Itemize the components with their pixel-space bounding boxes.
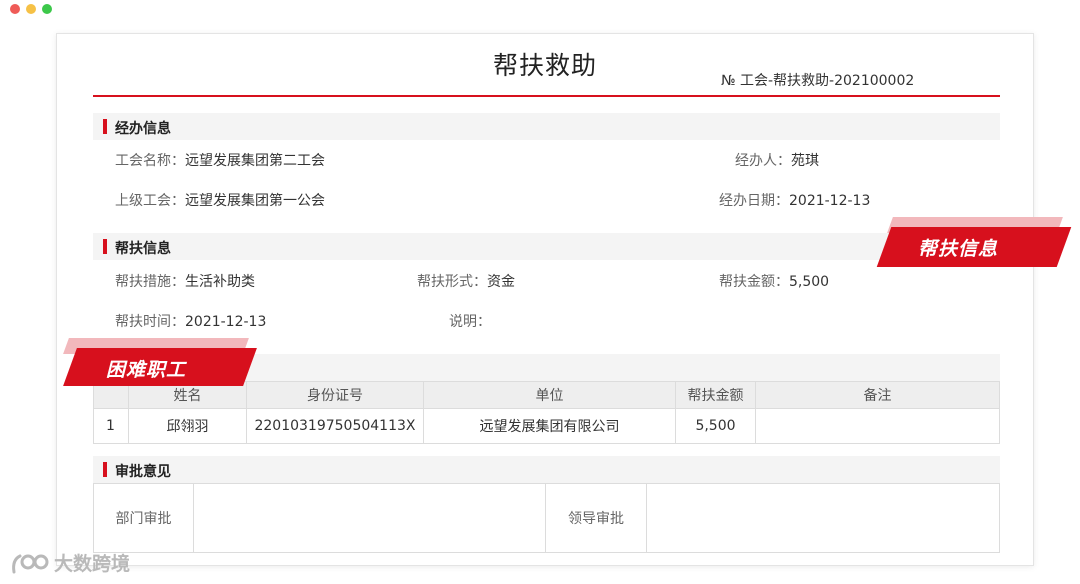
field-label: 说明： (449, 314, 491, 330)
field-value: 远望发展集团第一公会 (185, 193, 325, 209)
section-marker (103, 119, 107, 134)
field-label: 帮扶金额： (719, 274, 789, 290)
measure-field: 帮扶措施：生活补助类 (115, 271, 255, 291)
leader-approval-input[interactable] (646, 483, 1000, 553)
field-value: 苑琪 (791, 153, 819, 169)
field-value: 远望发展集团第二工会 (185, 153, 325, 169)
union-name-field: 工会名称：远望发展集团第二工会 (115, 150, 325, 170)
section-marker (103, 239, 107, 254)
amount-field: 帮扶金额：5,500 (719, 271, 829, 291)
field-value: 5,500 (789, 274, 830, 290)
note-field: 说明： (449, 311, 491, 331)
section-header-assistance: 帮扶信息 (93, 233, 1000, 260)
watermark-text: 大数跨境 (54, 553, 131, 575)
assistance-form-sheet: 帮扶救助 № 工会-帮扶救助-202100002 经办信息 工会名称：远望发展集… (56, 33, 1034, 566)
field-label: 帮扶时间： (115, 314, 185, 330)
handling-date-field: 经办日期：2021-12-13 (719, 190, 870, 210)
section-marker (103, 462, 107, 477)
ribbon-assistance-info: 帮扶信息 (876, 217, 1072, 267)
cell-id-number: 22010319750504113X (246, 408, 424, 444)
cell-amount: 5,500 (675, 408, 756, 444)
field-value: 资金 (487, 274, 515, 290)
field-label: 工会名称： (115, 153, 185, 169)
watermark-logo-icon (12, 554, 49, 573)
form-field: 帮扶形式：资金 (417, 271, 515, 291)
field-label: 帮扶措施： (115, 274, 185, 290)
column-header-unit: 单位 (423, 381, 676, 409)
close-window-button[interactable] (10, 4, 20, 14)
ribbon-label: 帮扶信息 (918, 238, 999, 260)
section-header-approval: 审批意见 (93, 456, 1000, 483)
dept-approval-label: 部门审批 (93, 483, 194, 553)
ribbon-label: 困难职工 (106, 359, 187, 381)
cell-unit: 远望发展集团有限公司 (423, 408, 676, 444)
field-label: 经办人： (735, 153, 791, 169)
section-header-handling: 经办信息 (93, 113, 1000, 140)
field-value: 2021-12-13 (789, 193, 871, 209)
cell-name: 邱翎羽 (128, 408, 247, 444)
watermark: 大数跨境 (10, 549, 130, 576)
column-header-remark: 备注 (755, 381, 1000, 409)
dept-approval-input[interactable] (193, 483, 546, 553)
field-value: 生活补助类 (185, 274, 255, 290)
ribbon-needy-workers: 困难职工 (60, 338, 260, 386)
section-title: 审批意见 (115, 464, 171, 480)
parent-union-field: 上级工会：远望发展集团第一公会 (115, 190, 325, 210)
field-label: 帮扶形式： (417, 274, 487, 290)
window-controls (10, 4, 52, 14)
time-field: 帮扶时间：2021-12-13 (115, 311, 266, 331)
field-label: 经办日期： (719, 193, 789, 209)
maximize-window-button[interactable] (42, 4, 52, 14)
approval-table: 部门审批 领导审批 (93, 483, 1000, 553)
field-value: 2021-12-13 (185, 314, 267, 330)
section-title: 帮扶信息 (115, 241, 171, 257)
field-label: 上级工会： (115, 193, 185, 209)
minimize-window-button[interactable] (26, 4, 36, 14)
title-divider (93, 95, 1000, 97)
table-row[interactable]: 1 邱翎羽 22010319750504113X 远望发展集团有限公司 5,50… (93, 408, 1000, 444)
cell-remark (755, 408, 1000, 444)
document-number: № 工会-帮扶救助-202100002 (721, 73, 915, 89)
workers-table: 姓名 身份证号 单位 帮扶金额 备注 1 邱翎羽 220103197505041… (93, 381, 1000, 444)
column-header-id-number: 身份证号 (246, 381, 424, 409)
column-header-amount: 帮扶金额 (675, 381, 756, 409)
handler-field: 经办人：苑琪 (735, 150, 819, 170)
section-title: 经办信息 (115, 121, 171, 137)
cell-index: 1 (93, 408, 129, 444)
leader-approval-label: 领导审批 (545, 483, 647, 553)
